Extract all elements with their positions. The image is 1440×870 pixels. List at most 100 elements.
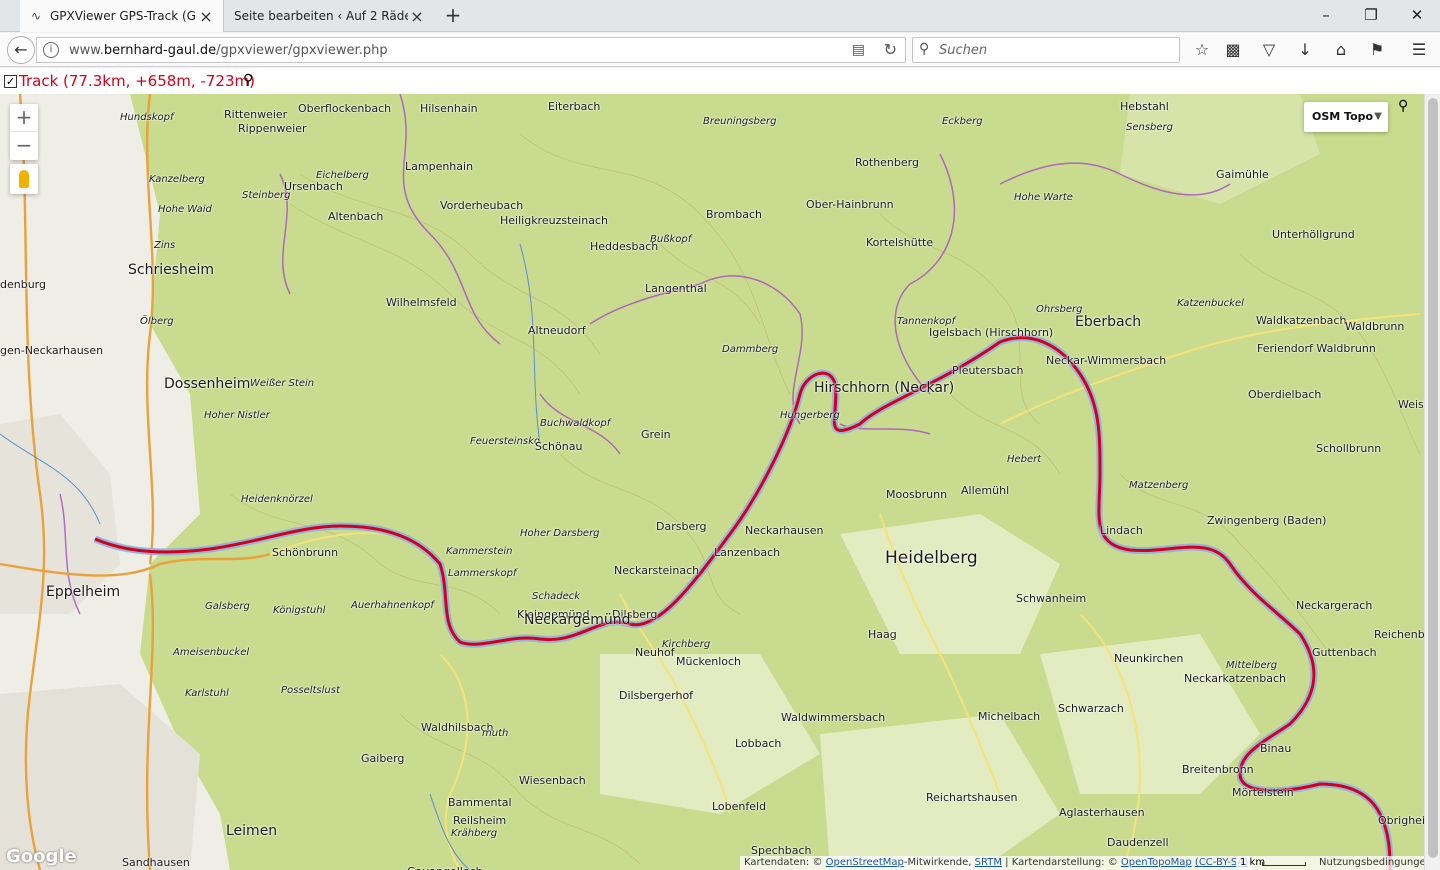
map-place-label: Neunkirchen [1114, 652, 1184, 665]
tab-gpxviewer[interactable]: ∿ GPXViewer GPS-Track (GP... × [20, 0, 224, 32]
map-place-label: Dammberg [722, 344, 779, 355]
url-text[interactable]: www.bernhard-gaul.de/gpxviewer/gpxviewer… [69, 43, 388, 58]
track-checkbox[interactable]: ✓ [4, 75, 17, 88]
map-place-label: Mittelberg [1226, 660, 1278, 671]
map-place-label: Lammerskopf [448, 568, 517, 579]
map-place-label: Gauangelloch [407, 865, 483, 870]
map-place-label: Kammerstein [446, 546, 513, 557]
openstreetmap-link[interactable]: OpenStreetMap [826, 857, 904, 868]
map-place-label: Gaimühle [1216, 168, 1269, 181]
map-place-label: Bammental [448, 796, 512, 809]
url-bar[interactable]: i www.bernhard-gaul.de/gpxviewer/gpxview… [36, 37, 906, 63]
map-place-label: Matzenberg [1129, 480, 1189, 491]
map-place-label: Sensberg [1126, 122, 1174, 133]
map-place-label: Schönau [535, 440, 583, 453]
pocket-icon[interactable]: ▽ [1258, 40, 1280, 62]
close-tab-icon[interactable]: × [197, 7, 215, 26]
fullscreen-zoom-icon[interactable]: ⚲ [1398, 98, 1408, 114]
tab-title: GPXViewer GPS-Track (GP... [50, 9, 197, 23]
map-layer-select[interactable]: OSM Topo ▼ [1304, 102, 1388, 132]
map-place-label: Oberflockenbach [298, 102, 392, 115]
map-place-label: muth [482, 728, 509, 739]
map-canvas[interactable]: + − OSM Topo ▼ ⚲ Eiterbach Breuningsberg E… [0, 94, 1424, 870]
map-place-label: Krähberg [451, 828, 498, 839]
track-label[interactable]: Track (77.3km, +658m, -723m) [19, 72, 255, 90]
map-place-label: Posseltslust [281, 685, 340, 696]
map-place-label: Waldwimmersbach [781, 711, 886, 724]
map-place-label: Allemühl [961, 484, 1010, 497]
map-place-label: gen-Neckarhausen [0, 344, 104, 357]
map-place-label: Wiesenbach [519, 774, 586, 787]
srtm-link[interactable]: SRTM [975, 857, 1002, 868]
navigation-bar: ← i www.bernhard-gaul.de/gpxviewer/gpxvi… [0, 33, 1440, 67]
map-place-label: Reichartshausen [926, 791, 1018, 804]
zoom-out-button[interactable]: − [10, 132, 38, 160]
zoom-to-track-icon[interactable]: ⚲ [243, 72, 253, 88]
map-place-label: denburg [0, 278, 46, 291]
map-place-label: Dossenheim [164, 376, 251, 392]
map-place-label: Lobenfeld [712, 800, 767, 813]
bookmark-star-icon[interactable]: ☆ [1191, 40, 1213, 62]
map-place-label: Hoher Darsberg [520, 528, 600, 539]
bookmarks-list-icon[interactable]: ▩ [1222, 40, 1244, 62]
map-place-label: Weißer Stein [250, 378, 315, 389]
map-place-label: Darsberg [656, 520, 707, 533]
restore-icon[interactable]: ❐ [1357, 4, 1385, 26]
map-place-label: Neckargemünd [524, 612, 631, 628]
map-place-label: Gaiberg [361, 752, 405, 765]
minimize-icon[interactable]: – [1312, 4, 1340, 26]
search-bar[interactable]: ⚲ Suchen [912, 37, 1180, 63]
map-place-label: Unterhöllgrund [1272, 228, 1355, 241]
new-tab-button[interactable]: + [442, 4, 464, 26]
map-place-label: Heddesbach [590, 240, 659, 253]
pegman-icon[interactable] [10, 164, 38, 194]
map-place-label: Eiterbach [548, 100, 601, 113]
map-place-label: Lanzenbach [714, 546, 781, 559]
map-place-label: Reichenbu [1374, 628, 1424, 641]
opentopomap-link[interactable]: OpenTopoMap [1121, 857, 1192, 868]
map-place-label: Schollbrunn [1316, 442, 1382, 455]
reload-icon[interactable]: ↻ [884, 40, 897, 59]
map-place-label: Eberbach [1075, 314, 1142, 330]
map-place-label: Pleutersbach [952, 364, 1024, 377]
map-place-label: Steinberg [242, 190, 291, 201]
map-place-label: Lindach [1100, 524, 1143, 537]
zoom-in-button[interactable]: + [10, 104, 38, 132]
home-icon[interactable]: ⌂ [1330, 40, 1352, 62]
extension-icon[interactable]: ⚑ [1366, 40, 1388, 62]
menu-icon[interactable]: ☰ [1408, 40, 1430, 62]
map-place-label: Hoher Nistler [204, 410, 270, 421]
map-place-label: Neckargerach [1296, 599, 1373, 612]
map-place-label: Sandhausen [122, 856, 190, 869]
map-place-label: Hilsenhain [420, 102, 478, 115]
map-place-label: Breuningsberg [703, 116, 777, 127]
map-place-label: Dilsbergerhof [619, 689, 694, 702]
map-place-label: Mückenloch [676, 655, 742, 668]
map-place-label: Zins [154, 240, 176, 251]
map-place-label: Rittenweier [224, 108, 288, 121]
google-logo[interactable]: Google [6, 846, 77, 867]
close-tab-icon[interactable]: × [408, 7, 426, 26]
tab-seite-bearbeiten[interactable]: Seite bearbeiten ‹ Auf 2 Räder... × [226, 0, 434, 32]
map-place-label: Vorderheubach [440, 199, 524, 212]
map-place-label: Guttenbach [1312, 646, 1377, 659]
map-place-label: Moosbrunn [886, 488, 948, 501]
downloads-icon[interactable]: ↓ [1294, 40, 1316, 62]
site-info-icon[interactable]: i [43, 42, 59, 58]
reader-view-icon[interactable]: ▤ [852, 42, 865, 58]
zoom-control: + − [10, 104, 38, 160]
map-place-label: Karlstuhl [185, 688, 229, 699]
map-place-label: Schadeck [532, 591, 581, 602]
map-place-label: Weisb [1398, 398, 1424, 411]
map-place-label: Altneudorf [528, 324, 586, 337]
terms-link[interactable]: Nutzungsbedingungen [1316, 856, 1424, 870]
close-window-icon[interactable]: ✕ [1403, 4, 1431, 26]
vertical-scrollbar[interactable] [1424, 94, 1440, 870]
map-place-label: Waldbrunn [1345, 320, 1405, 333]
map-place-label: Hebstahl [1120, 100, 1169, 113]
map-place-label: Königstuhl [273, 605, 326, 616]
scrollbar-thumb[interactable] [1428, 98, 1438, 858]
map-place-label: Hohe Waid [158, 204, 212, 215]
back-button[interactable]: ← [7, 36, 35, 64]
map-place-label: Schwanheim [1016, 592, 1087, 605]
